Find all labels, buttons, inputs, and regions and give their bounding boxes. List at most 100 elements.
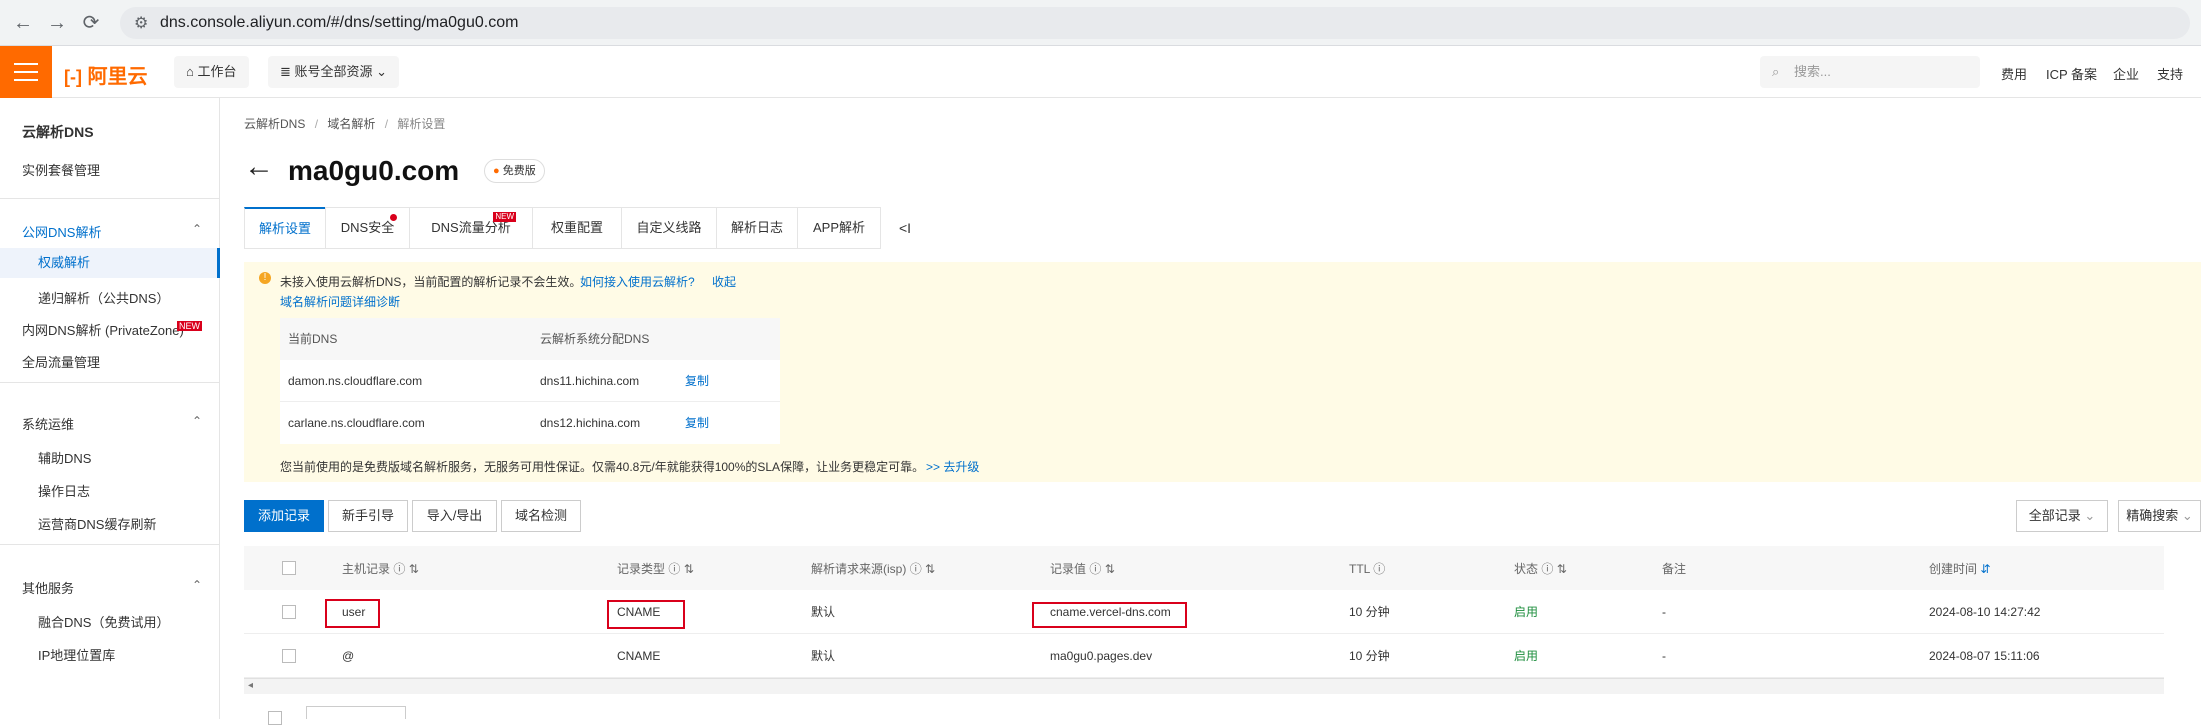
search-input[interactable]: 搜索... (1760, 56, 1980, 88)
back-icon[interactable]: ← (12, 12, 34, 34)
reload-icon[interactable]: ⟳ (80, 12, 102, 34)
breadcrumb: 云解析DNS / 域名解析 / 解析设置 (244, 117, 446, 131)
guide-button[interactable]: 新手引导 (328, 500, 408, 532)
sidebar-item-fusion-dns[interactable]: 融合DNS（免费试用） (0, 612, 220, 631)
sidebar-item-ip-geo[interactable]: IP地理位置库 (0, 645, 220, 664)
header-created[interactable]: 创建时间 ⇵ (1929, 560, 1990, 577)
help-icon: ⓘ (909, 562, 922, 576)
scroll-left-icon[interactable]: ◂ (248, 680, 253, 691)
header-label: 状态 (1514, 562, 1539, 576)
dns-table: 当前DNS 云解析系统分配DNS damon.ns.cloudflare.com… (280, 318, 780, 444)
header-note: 备注 (1662, 562, 1687, 576)
item-label: 内网DNS解析 (PrivateZone) (22, 323, 184, 338)
chevron-down-icon: ⌄ (2084, 508, 2096, 523)
status-cell: 启用 (1514, 605, 1539, 619)
sidebar-group-others[interactable]: 其他服务 ⌃ (0, 578, 220, 597)
tab-custom-line[interactable]: 自定义线路 (621, 207, 717, 249)
site-info-icon[interactable]: ⚙ (134, 13, 148, 33)
ttl-cell: 10 分钟 (1349, 649, 1390, 663)
upgrade-link[interactable]: >> 去升级 (926, 458, 979, 475)
sort-icon: ⇅ (1553, 562, 1567, 576)
chevron-down-icon: ⌄ (2181, 508, 2193, 523)
menu-icon[interactable] (0, 46, 52, 98)
highlight-type (607, 600, 685, 629)
sidebar-item-private-zone[interactable]: 内网DNS解析 (PrivateZone) NEW (0, 320, 220, 339)
group-label: 其他服务 (22, 581, 75, 596)
header-value[interactable]: 记录值 ⓘ ⇅ (1050, 560, 1115, 577)
select-all-checkbox[interactable] (282, 561, 296, 575)
billing-link[interactable]: 费用 (2001, 64, 2027, 83)
sidebar-item-instance[interactable]: 实例套餐管理 (0, 160, 220, 179)
tab-dns-security[interactable]: DNS安全 (325, 207, 410, 249)
icp-link[interactable]: ICP 备案 (2046, 64, 2097, 83)
sidebar-item-secondary-dns[interactable]: 辅助DNS (0, 448, 220, 467)
header-current-dns: 当前DNS (288, 332, 338, 346)
sidebar-item-recursive[interactable]: 递归解析（公共DNS） (0, 288, 220, 307)
account-resources-dropdown[interactable]: ≣ 账号全部资源 ⌄ (268, 56, 400, 88)
support-link[interactable]: 支持 (2157, 64, 2183, 83)
console-topbar: [-] 阿里云 ⌂ 工作台 ≣ 账号全部资源 ⌄ 搜索... ⌕ 费用 ICP … (0, 46, 2201, 98)
sidebar-item-global-traffic[interactable]: 全局流量管理 (0, 352, 220, 371)
tab-resolution-settings[interactable]: 解析设置 (244, 207, 326, 249)
breadcrumb-item[interactable]: 云解析DNS (244, 117, 305, 131)
sort-icon: ⇅ (680, 562, 694, 576)
horizontal-scrollbar[interactable]: ◂ (244, 678, 2164, 694)
precise-search-dropdown[interactable]: 精确搜索 ⌄ (2118, 500, 2201, 532)
header-label: 主机记录 (342, 562, 391, 576)
all-records-dropdown[interactable]: 全部记录 ⌄ (2016, 500, 2108, 532)
add-record-button[interactable]: 添加记录 (244, 500, 324, 532)
copy-link[interactable]: 复制 (685, 402, 709, 444)
host-cell: @ (342, 649, 355, 663)
table-row: user CNAME 默认 cname.vercel-dns.com 10 分钟… (244, 590, 2164, 634)
workbench-button[interactable]: ⌂ 工作台 (174, 56, 249, 88)
forward-icon[interactable]: → (46, 12, 68, 34)
header-label: TTL (1349, 562, 1370, 576)
records-table-header (244, 546, 2164, 590)
row-checkbox[interactable] (282, 649, 296, 663)
import-export-button[interactable]: 导入/导出 (412, 500, 497, 532)
value-cell: ma0gu0.pages.dev (1050, 649, 1153, 663)
enterprise-link[interactable]: 企业 (2113, 64, 2139, 83)
tab-app-resolution[interactable]: APP解析 (797, 207, 881, 249)
diagnose-link[interactable]: 域名解析问题详细诊断 (280, 293, 400, 310)
edition-label: 免费版 (502, 165, 536, 177)
collapse-tabs-icon[interactable]: <I (899, 220, 911, 236)
sidebar-item-cache-refresh[interactable]: 运营商DNS缓存刷新 (0, 514, 220, 533)
header-isp[interactable]: 解析请求来源(isp) ⓘ ⇅ (811, 560, 935, 577)
sidebar-item-operation-log[interactable]: 操作日志 (0, 481, 220, 500)
tab-weight[interactable]: 权重配置 (532, 207, 622, 249)
breadcrumb-item: 解析设置 (397, 117, 446, 131)
header-ttl: TTL ⓘ (1349, 560, 1385, 577)
domain-detect-button[interactable]: 域名检测 (501, 500, 581, 532)
note-cell: - (1662, 605, 1666, 619)
sort-icon: ⇅ (405, 562, 419, 576)
sidebar-group-ops[interactable]: 系统运维 ⌃ (0, 414, 220, 433)
sidebar-item-authoritative[interactable]: 权威解析 (0, 248, 220, 278)
row-checkbox[interactable] (282, 605, 296, 619)
resource-icon: ≣ (280, 64, 291, 79)
breadcrumb-item[interactable]: 域名解析 (327, 117, 375, 131)
created-cell: 2024-08-07 15:11:06 (1929, 649, 2040, 663)
tab-resolution-log[interactable]: 解析日志 (716, 207, 798, 249)
dns-row: damon.ns.cloudflare.com dns11.hichina.co… (280, 360, 780, 402)
account-resources-label: 账号全部资源 (294, 64, 373, 79)
chevron-up-icon: ⌃ (191, 578, 202, 592)
back-arrow-icon[interactable]: ← (244, 150, 274, 184)
collapse-link[interactable]: 收起 (712, 273, 736, 290)
header-type[interactable]: 记录类型 ⓘ ⇅ (617, 560, 694, 577)
aliyun-logo[interactable]: [-] 阿里云 (64, 60, 148, 89)
bottom-action-button[interactable] (306, 706, 406, 719)
copy-link[interactable]: 复制 (685, 360, 709, 402)
how-to-access-link[interactable]: 如何接入使用云解析? (580, 273, 695, 290)
tab-dns-traffic[interactable]: DNS流量分析 NEW (409, 207, 533, 249)
url-text: dns.console.aliyun.com/#/dns/setting/ma0… (160, 14, 519, 31)
red-dot (390, 214, 397, 221)
created-cell: 2024-08-10 14:27:42 (1929, 605, 2041, 619)
all-records-label: 全部记录 (2028, 508, 2081, 523)
header-host[interactable]: 主机记录 ⓘ ⇅ (342, 560, 419, 577)
bottom-select-checkbox[interactable] (268, 711, 282, 725)
header-status[interactable]: 状态 ⓘ ⇅ (1514, 560, 1567, 577)
current-dns: carlane.ns.cloudflare.com (288, 416, 425, 430)
sidebar-group-public-dns[interactable]: 公网DNS解析 ⌃ (0, 222, 220, 241)
address-bar[interactable]: ⚙ dns.console.aliyun.com/#/dns/setting/m… (120, 7, 2190, 39)
